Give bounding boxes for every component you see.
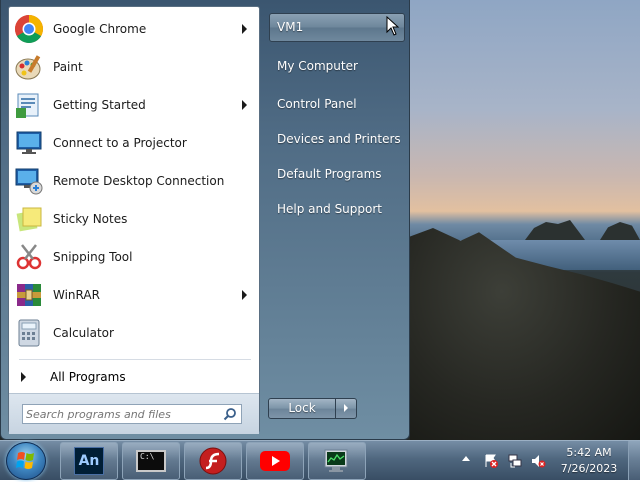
all-programs-label: All Programs — [50, 370, 126, 384]
program-getting-started[interactable]: Getting Started — [9, 87, 259, 123]
command-prompt-icon: C:\ — [136, 450, 166, 472]
volume-muted-icon[interactable] — [530, 453, 546, 469]
user-folder-button[interactable]: VM1 — [269, 13, 405, 42]
calculator-icon — [13, 317, 45, 349]
taskbar-flash-player[interactable] — [184, 442, 242, 480]
clock-time: 5:42 AM — [566, 446, 612, 459]
program-label: Snipping Tool — [53, 250, 133, 264]
show-desktop-button[interactable] — [628, 441, 640, 480]
windows-logo-icon — [16, 452, 34, 469]
projector-icon — [13, 127, 45, 159]
start-button[interactable] — [6, 442, 46, 480]
program-remote-desktop[interactable]: Remote Desktop Connection — [9, 163, 259, 199]
network-icon[interactable] — [507, 453, 523, 469]
mouse-cursor-icon — [386, 16, 400, 36]
chevron-right-icon — [344, 404, 348, 412]
program-label: Remote Desktop Connection — [53, 174, 225, 188]
taskbar-resource-monitor[interactable] — [308, 442, 366, 480]
right-link-default-programs[interactable]: Default Programs — [267, 160, 407, 188]
chrome-icon — [13, 13, 45, 45]
sticky-notes-icon — [13, 203, 45, 235]
programs-pane: Google Chrome Paint Getting Started Conn… — [8, 6, 260, 434]
flash-player-icon — [199, 447, 227, 475]
program-winrar[interactable]: WinRAR — [9, 277, 259, 313]
shutdown-options-button[interactable] — [335, 398, 357, 419]
winrar-icon — [13, 279, 45, 311]
program-label: WinRAR — [53, 288, 100, 302]
submenu-arrow-icon[interactable] — [242, 290, 247, 300]
lock-button[interactable]: Lock — [268, 398, 336, 419]
show-hidden-icons-icon[interactable] — [462, 456, 470, 461]
taskbar-clock[interactable]: 5:42 AM 7/26/2023 — [554, 445, 624, 477]
action-center-icon[interactable] — [483, 453, 499, 469]
program-label: Paint — [53, 60, 83, 74]
program-google-chrome[interactable]: Google Chrome — [9, 11, 259, 47]
right-link-help-support[interactable]: Help and Support — [267, 195, 407, 223]
snipping-tool-icon — [13, 241, 45, 273]
remote-desktop-icon — [13, 165, 45, 197]
program-connect-projector[interactable]: Connect to a Projector — [9, 125, 259, 161]
paint-icon — [13, 51, 45, 83]
cmd-icon-text: C:\ — [140, 452, 155, 461]
right-link-my-computer[interactable]: My Computer — [267, 52, 407, 80]
taskbar-youtube[interactable] — [246, 442, 304, 480]
programs-divider — [19, 359, 251, 360]
all-programs-button[interactable]: All Programs — [9, 365, 259, 389]
all-programs-arrow-icon — [21, 372, 26, 382]
submenu-arrow-icon[interactable] — [242, 100, 247, 110]
taskbar-command-prompt[interactable]: C:\ — [122, 442, 180, 480]
adobe-animate-icon: An — [74, 447, 104, 475]
animate-icon-text: An — [78, 453, 100, 469]
wallpaper-islet — [600, 222, 640, 240]
program-label: Sticky Notes — [53, 212, 128, 226]
search-box[interactable] — [22, 404, 242, 424]
program-label: Calculator — [53, 326, 114, 340]
program-sticky-notes[interactable]: Sticky Notes — [9, 201, 259, 237]
clock-date: 7/26/2023 — [560, 462, 618, 475]
program-paint[interactable]: Paint — [9, 49, 259, 85]
youtube-icon — [260, 451, 290, 471]
resource-monitor-icon — [324, 449, 348, 472]
program-snipping-tool[interactable]: Snipping Tool — [9, 239, 259, 275]
right-link-devices-printers[interactable]: Devices and Printers — [267, 125, 407, 153]
taskbar-animate[interactable]: An — [60, 442, 118, 480]
program-label: Getting Started — [53, 98, 146, 112]
taskbar: An C:\ 5:42 AM 7/26/2023 — [0, 440, 640, 480]
search-area — [9, 393, 259, 434]
getting-started-icon — [13, 89, 45, 121]
program-label: Google Chrome — [53, 22, 147, 36]
search-icon[interactable] — [223, 407, 237, 421]
submenu-arrow-icon[interactable] — [242, 24, 247, 34]
right-link-control-panel[interactable]: Control Panel — [267, 90, 407, 118]
program-calculator[interactable]: Calculator — [9, 315, 259, 351]
wallpaper-islet — [525, 220, 585, 240]
program-label: Connect to a Projector — [53, 136, 187, 150]
start-menu: Google Chrome Paint Getting Started Conn… — [0, 0, 410, 440]
search-input[interactable] — [26, 406, 216, 422]
